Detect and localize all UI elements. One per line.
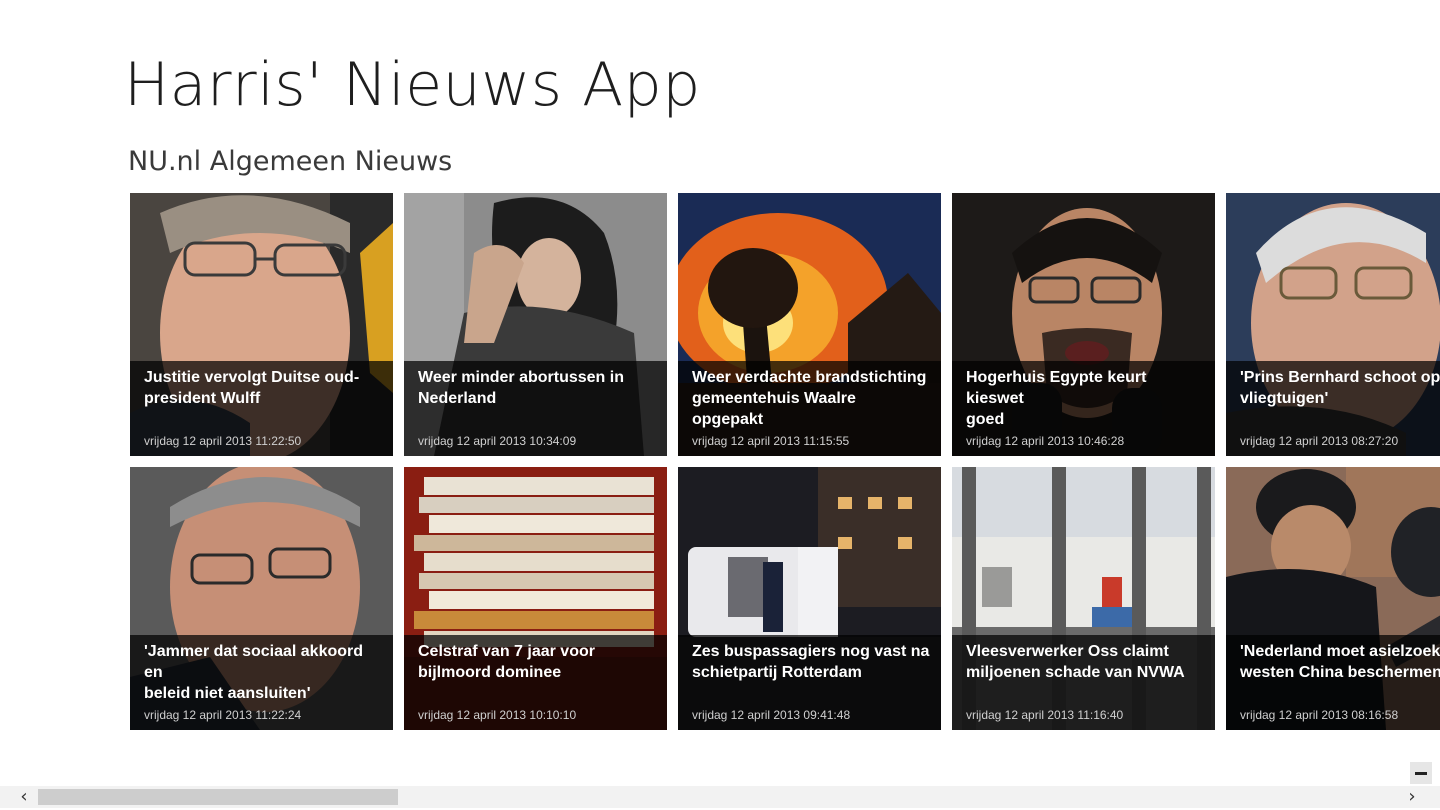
tile-caption: Weer minder abortussen in Nederland vrij…: [404, 361, 667, 456]
news-tile[interactable]: Celstraf van 7 jaar voor bijlmoord domin…: [404, 467, 667, 730]
news-tile[interactable]: Justitie vervolgt Duitse oud- president …: [130, 193, 393, 456]
tile-caption: Celstraf van 7 jaar voor bijlmoord domin…: [404, 635, 667, 730]
tile-headline: Zes buspassagiers nog vast na schietpart…: [692, 643, 930, 681]
zoom-out-icon: [1415, 771, 1427, 775]
tile-headline: 'Nederland moet asielzoeke westen China …: [1240, 643, 1440, 681]
tile-caption: 'Prins Bernhard schoot op D vliegtuigen'…: [1226, 361, 1440, 456]
tile-headline: 'Prins Bernhard schoot op D vliegtuigen': [1240, 369, 1440, 407]
tile-date: vrijdag 12 april 2013 08:27:20: [1240, 434, 1399, 448]
tile-headline: Justitie vervolgt Duitse oud- president …: [144, 369, 360, 407]
tile-headline: 'Jammer dat sociaal akkoord en beleid ni…: [144, 643, 364, 702]
tile-caption: 'Nederland moet asielzoeke westen China …: [1226, 635, 1440, 730]
news-tile[interactable]: Hogerhuis Egypte keurt kieswet goed vrij…: [952, 193, 1215, 456]
tile-date: vrijdag 12 april 2013 10:46:28: [966, 434, 1125, 448]
tile-date: vrijdag 12 april 2013 08:16:58: [1240, 708, 1399, 722]
news-tile[interactable]: Weer verdachte brandstichting gemeentehu…: [678, 193, 941, 456]
news-tile[interactable]: 'Prins Bernhard schoot op D vliegtuigen'…: [1226, 193, 1440, 456]
tile-caption: Vleesverwerker Oss claimt miljoenen scha…: [952, 635, 1215, 730]
zoom-out-button[interactable]: [1410, 762, 1432, 784]
tile-caption: 'Jammer dat sociaal akkoord en beleid ni…: [130, 635, 393, 730]
tile-date: vrijdag 12 april 2013 11:22:24: [144, 708, 302, 722]
scrollbar-thumb[interactable]: [38, 789, 398, 805]
tile-date: vrijdag 12 april 2013 10:10:10: [418, 708, 577, 722]
chevron-left-icon[interactable]: ‹: [14, 786, 34, 808]
tile-date: vrijdag 12 april 2013 11:22:50: [144, 434, 302, 448]
news-tile[interactable]: Weer minder abortussen in Nederland vrij…: [404, 193, 667, 456]
group-title[interactable]: NU.nl Algemeen Nieuws: [128, 146, 452, 177]
news-tile[interactable]: 'Jammer dat sociaal akkoord en beleid ni…: [130, 467, 393, 730]
horizontal-scrollbar[interactable]: ‹ ›: [0, 786, 1440, 808]
tile-headline: Weer minder abortussen in Nederland: [418, 369, 624, 407]
tile-caption: Zes buspassagiers nog vast na schietpart…: [678, 635, 941, 730]
tile-date: vrijdag 12 april 2013 10:34:09: [418, 434, 577, 448]
tile-caption: Weer verdachte brandstichting gemeentehu…: [678, 361, 941, 456]
chevron-right-icon[interactable]: ›: [1402, 786, 1422, 808]
news-tile[interactable]: 'Nederland moet asielzoeke westen China …: [1226, 467, 1440, 730]
news-tile[interactable]: Vleesverwerker Oss claimt miljoenen scha…: [952, 467, 1215, 730]
tile-caption: Hogerhuis Egypte keurt kieswet goed vrij…: [952, 361, 1215, 456]
app-title: Harris' Nieuws App: [124, 50, 701, 120]
tile-headline: Celstraf van 7 jaar voor bijlmoord domin…: [418, 643, 595, 681]
news-tile[interactable]: Zes buspassagiers nog vast na schietpart…: [678, 467, 941, 730]
tile-headline: Hogerhuis Egypte keurt kieswet goed: [966, 369, 1147, 428]
tile-caption: Justitie vervolgt Duitse oud- president …: [130, 361, 393, 456]
tile-date: vrijdag 12 april 2013 09:41:48: [692, 708, 851, 722]
tile-date: vrijdag 12 april 2013 11:16:40: [966, 708, 1124, 722]
news-grid: Justitie vervolgt Duitse oud- president …: [130, 193, 1440, 731]
tile-headline: Weer verdachte brandstichting gemeentehu…: [692, 369, 927, 428]
tile-headline: Vleesverwerker Oss claimt miljoenen scha…: [966, 643, 1185, 681]
tile-date: vrijdag 12 april 2013 11:15:55: [692, 434, 850, 448]
